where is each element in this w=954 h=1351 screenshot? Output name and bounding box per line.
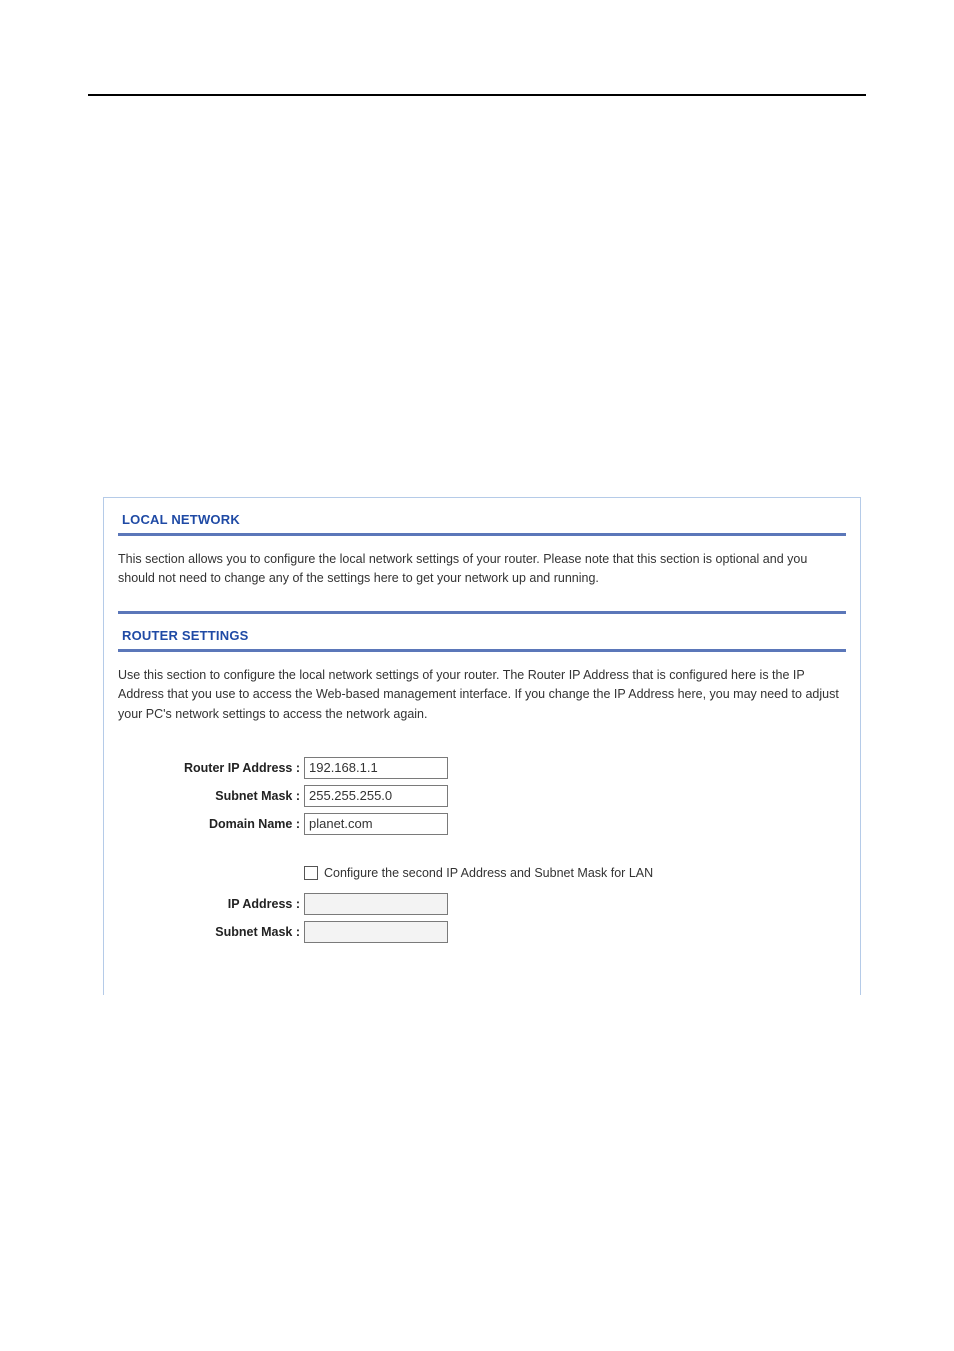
mask2-input[interactable]	[304, 921, 448, 943]
local-network-desc: This section allows you to configure the…	[104, 536, 860, 611]
local-network-title: LOCAL NETWORK	[104, 498, 860, 533]
second-ip-checkbox[interactable]	[304, 866, 318, 880]
router-settings-form: Router IP Address : Subnet Mask : Domain…	[104, 746, 860, 838]
subnet-mask-row: Subnet Mask :	[118, 782, 846, 810]
router-ip-row: Router IP Address :	[118, 754, 846, 782]
ip2-row: IP Address :	[118, 890, 846, 918]
subnet-mask-label: Subnet Mask :	[118, 789, 304, 803]
second-ip-checkbox-row: Configure the second IP Address and Subn…	[104, 838, 860, 890]
router-ip-label: Router IP Address :	[118, 761, 304, 775]
second-ip-form: IP Address : Subnet Mask :	[104, 890, 860, 946]
second-ip-checkbox-label: Configure the second IP Address and Subn…	[324, 866, 653, 880]
ip2-input[interactable]	[304, 893, 448, 915]
router-settings-desc: Use this section to configure the local …	[104, 652, 860, 746]
router-ip-input[interactable]	[304, 757, 448, 779]
mask2-label: Subnet Mask :	[118, 925, 304, 939]
mask2-row: Subnet Mask :	[118, 918, 846, 946]
ip2-label: IP Address :	[118, 897, 304, 911]
domain-name-label: Domain Name :	[118, 817, 304, 831]
domain-name-input[interactable]	[304, 813, 448, 835]
settings-panel: LOCAL NETWORK This section allows you to…	[103, 497, 861, 995]
domain-name-row: Domain Name :	[118, 810, 846, 838]
router-settings-title: ROUTER SETTINGS	[104, 614, 860, 649]
subnet-mask-input[interactable]	[304, 785, 448, 807]
page: LOCAL NETWORK This section allows you to…	[0, 0, 954, 1351]
top-rule	[88, 94, 866, 96]
